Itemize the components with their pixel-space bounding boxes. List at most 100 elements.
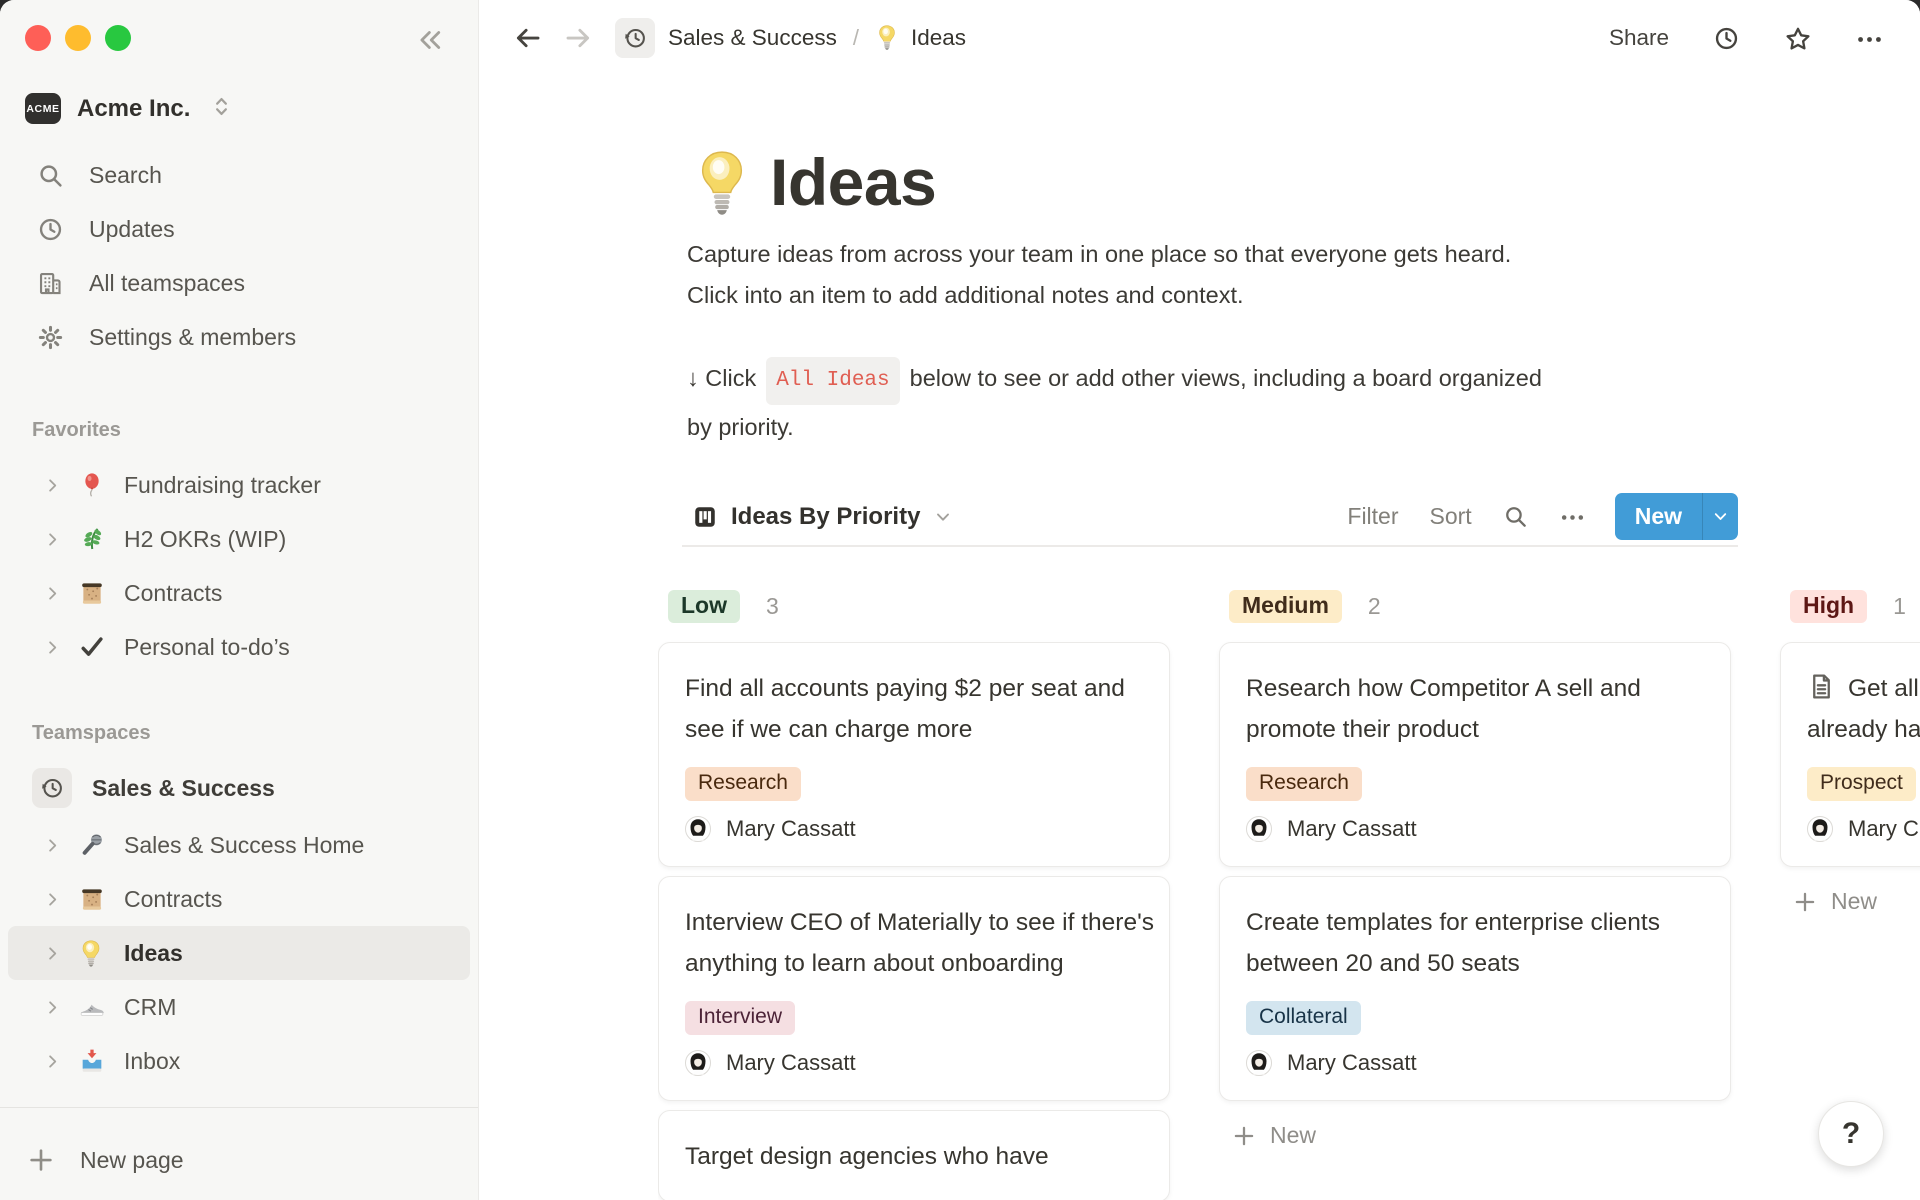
sidebar-item-all-teamspaces[interactable]: All teamspaces bbox=[0, 256, 470, 310]
microphone-emoji bbox=[78, 831, 106, 859]
favorites-section-label: Favorites bbox=[32, 419, 121, 442]
sidebar-item-label: CRM bbox=[124, 994, 176, 1021]
chevron-right-icon[interactable] bbox=[43, 584, 62, 603]
teamspace-pages: Sales & Success Home Contracts Ideas CRM bbox=[8, 818, 470, 1088]
document-icon bbox=[1807, 672, 1836, 701]
page-hint[interactable]: ↓ ClickAll Ideasbelow to see or add othe… bbox=[687, 357, 1542, 448]
share-button[interactable]: Share bbox=[1609, 25, 1669, 51]
sidebar-item-label: Sales & Success bbox=[92, 775, 275, 802]
card-person: Mary Cassatt bbox=[1246, 1050, 1716, 1076]
chevron-right-icon[interactable] bbox=[43, 836, 62, 855]
card-person: Mary C bbox=[1807, 816, 1920, 842]
avatar bbox=[1246, 1050, 1272, 1076]
sidebar-item-fundraising-tracker[interactable]: Fundraising tracker bbox=[0, 458, 470, 512]
chevron-right-icon[interactable] bbox=[43, 1052, 62, 1071]
inbox-emoji bbox=[78, 1047, 106, 1075]
sidebar-item-contracts[interactable]: Contracts bbox=[8, 872, 470, 926]
tag-research: Research bbox=[1246, 767, 1362, 801]
sidebar-item-contracts-favorite[interactable]: Contracts bbox=[0, 566, 470, 620]
card-title-line: Get all bbox=[1807, 668, 1920, 709]
card-find-all-accounts[interactable]: Find all accounts paying $2 per seat and… bbox=[658, 642, 1170, 867]
breadcrumb-teamspace[interactable]: Sales & Success bbox=[668, 25, 837, 51]
add-card-button[interactable]: New bbox=[1219, 1122, 1731, 1149]
column-low: Low 3 Find all accounts paying $2 per se… bbox=[658, 589, 1170, 1200]
card-title: Target design agencies who have bbox=[685, 1136, 1157, 1177]
person-name: Mary Cassatt bbox=[1287, 816, 1417, 842]
page-icon-lightbulb[interactable] bbox=[693, 146, 751, 222]
page-title[interactable]: Ideas bbox=[770, 144, 936, 220]
breadcrumb-separator: / bbox=[853, 25, 859, 51]
clock-icon bbox=[37, 216, 64, 243]
teamspaces-section-label: Teamspaces bbox=[32, 722, 151, 745]
column-chip-low[interactable]: Low bbox=[668, 590, 740, 623]
workspace-switcher[interactable]: ACME Acme Inc. bbox=[25, 93, 233, 124]
help-button[interactable]: ? bbox=[1818, 1101, 1884, 1167]
forward-button[interactable] bbox=[563, 23, 593, 53]
hint-line: ↓ ClickAll Ideasbelow to see or add othe… bbox=[687, 357, 1542, 406]
chevron-right-icon[interactable] bbox=[43, 944, 62, 963]
kanban-board: Low 3 Find all accounts paying $2 per se… bbox=[658, 589, 1920, 1200]
column-chip-high[interactable]: High bbox=[1790, 590, 1867, 623]
sidebar-item-search[interactable]: Search bbox=[0, 148, 470, 202]
more-options-icon[interactable] bbox=[1559, 504, 1584, 529]
sidebar-item-settings[interactable]: Settings & members bbox=[0, 310, 470, 364]
updates-clock-icon[interactable] bbox=[1713, 25, 1740, 52]
person-name: Mary C bbox=[1848, 816, 1919, 842]
card-interview-ceo[interactable]: Interview CEO of Materially to see if th… bbox=[658, 876, 1170, 1101]
sidebar-item-crm[interactable]: CRM bbox=[8, 980, 470, 1034]
column-header-high: High 1 bbox=[1780, 589, 1920, 624]
chevron-right-icon[interactable] bbox=[43, 530, 62, 549]
view-tab-ideas-by-priority[interactable]: Ideas By Priority bbox=[682, 503, 953, 531]
close-button[interactable] bbox=[25, 25, 51, 51]
lightbulb-emoji bbox=[78, 939, 106, 967]
avatar bbox=[1246, 816, 1272, 842]
column-chip-medium[interactable]: Medium bbox=[1229, 590, 1342, 623]
new-button-dropdown[interactable] bbox=[1702, 493, 1738, 540]
sidebar-item-personal-todos[interactable]: Personal to-do’s bbox=[0, 620, 470, 674]
plus-icon bbox=[1231, 1123, 1257, 1149]
sidebar-item-updates[interactable]: Updates bbox=[0, 202, 470, 256]
page-description[interactable]: Capture ideas from across your team in o… bbox=[687, 234, 1511, 315]
favorite-star-icon[interactable] bbox=[1784, 25, 1811, 52]
search-icon[interactable] bbox=[1503, 504, 1528, 529]
new-page-button[interactable]: New page bbox=[0, 1133, 478, 1187]
chevron-right-icon[interactable] bbox=[43, 890, 62, 909]
card-title: Get all already ha bbox=[1807, 668, 1920, 750]
workspace-switch-icon bbox=[210, 95, 233, 123]
filter-button[interactable]: Filter bbox=[1347, 503, 1398, 530]
chevron-right-icon[interactable] bbox=[43, 638, 62, 657]
add-card-label: New bbox=[1831, 888, 1877, 915]
view-name: Ideas By Priority bbox=[731, 503, 920, 531]
breadcrumb-page[interactable]: Ideas bbox=[875, 24, 966, 52]
back-button[interactable] bbox=[513, 23, 543, 53]
card-research-competitor[interactable]: Research how Competitor A sell and promo… bbox=[1219, 642, 1731, 867]
chevron-right-icon[interactable] bbox=[43, 998, 62, 1017]
card-create-templates[interactable]: Create templates for enterprise clients … bbox=[1219, 876, 1731, 1101]
tag-interview: Interview bbox=[685, 1001, 795, 1035]
arrow-right-icon bbox=[563, 23, 593, 53]
sort-button[interactable]: Sort bbox=[1430, 503, 1472, 530]
herb-emoji bbox=[78, 525, 106, 553]
more-options-icon[interactable] bbox=[1855, 25, 1882, 52]
sidebar-item-sales-success-home[interactable]: Sales & Success Home bbox=[8, 818, 470, 872]
topbar-actions: Share bbox=[1609, 25, 1882, 52]
chevron-down-icon bbox=[1711, 507, 1730, 526]
add-card-button[interactable]: New bbox=[1780, 888, 1920, 915]
sidebar-item-h2-okrs[interactable]: H2 OKRs (WIP) bbox=[0, 512, 470, 566]
sidebar-item-inbox[interactable]: Inbox bbox=[8, 1034, 470, 1088]
sidebar-item-ideas[interactable]: Ideas bbox=[8, 926, 470, 980]
notion-window: ACME Acme Inc. Search Updates All teamsp… bbox=[0, 0, 1920, 1200]
breadcrumb-teamspace-icon[interactable] bbox=[615, 18, 655, 58]
tag-research: Research bbox=[685, 767, 801, 801]
gear-icon bbox=[37, 324, 64, 351]
collapse-sidebar-button[interactable] bbox=[412, 22, 448, 58]
chevron-right-icon[interactable] bbox=[43, 476, 62, 495]
new-button[interactable]: New bbox=[1615, 493, 1738, 540]
zoom-button[interactable] bbox=[105, 25, 131, 51]
card-target-design-agencies[interactable]: Target design agencies who have bbox=[658, 1110, 1170, 1200]
chevron-down-icon bbox=[933, 507, 953, 527]
card-get-all[interactable]: Get all already ha Prospect Mary C bbox=[1780, 642, 1920, 867]
card-title: Research how Competitor A sell and promo… bbox=[1246, 668, 1718, 750]
sidebar-item-sales-success[interactable]: Sales & Success bbox=[0, 761, 470, 815]
minimize-button[interactable] bbox=[65, 25, 91, 51]
